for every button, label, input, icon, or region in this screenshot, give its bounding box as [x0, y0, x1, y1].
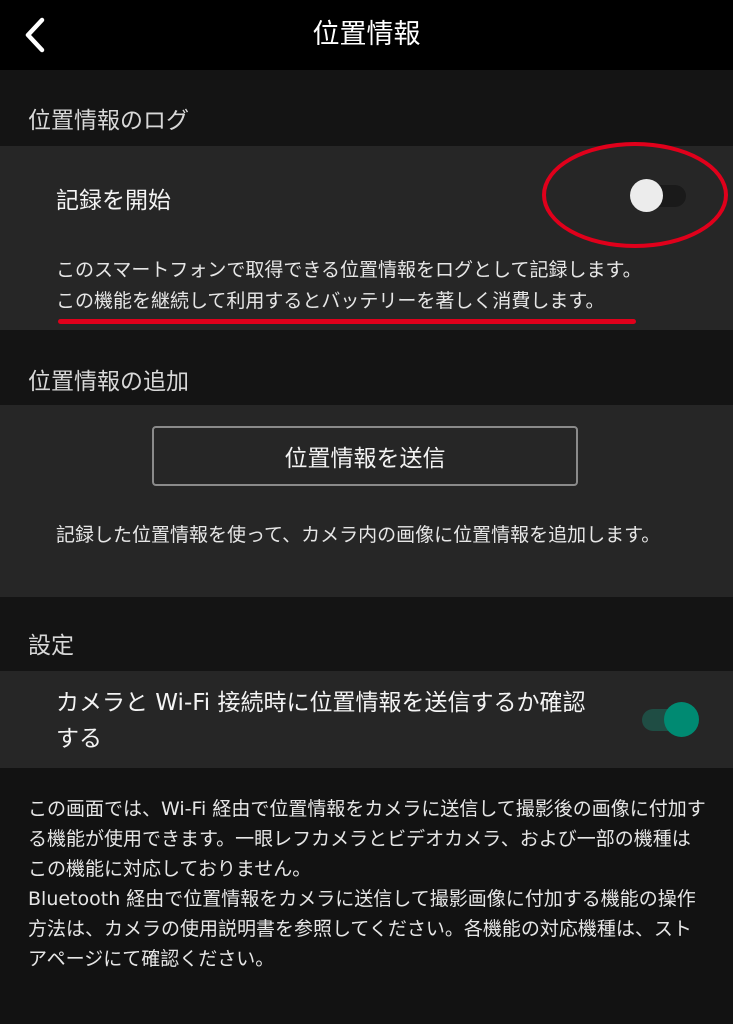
footer-note: この画面では、Wi-Fi 経由で位置情報をカメラに送信して撮影後の画像に付加する… [28, 798, 706, 970]
section-header-settings: 設定 [0, 597, 733, 671]
start-recording-toggle[interactable] [626, 178, 692, 212]
send-location-button[interactable]: 位置情報を送信 [152, 426, 578, 486]
section-title-add: 位置情報の追加 [28, 369, 189, 395]
log-description-line2: この機能を継続して利用するとバッテリーを著しく消費します。 [56, 290, 605, 312]
section-header-add: 位置情報の追加 [0, 330, 733, 405]
section-header-log: 位置情報のログ [0, 70, 733, 146]
section-title-settings: 設定 [28, 633, 74, 659]
page-title: 位置情報 [312, 19, 421, 50]
settings-card: カメラと Wi-Fi 接続時に位置情報を送信するか確認する [0, 671, 733, 768]
confirm-send-toggle[interactable] [636, 701, 702, 739]
back-button[interactable] [18, 10, 62, 60]
chevron-left-icon [25, 17, 45, 53]
top-bar: 位置情報 [0, 0, 733, 70]
toggle-thumb [664, 702, 699, 737]
log-card: 記録を開始 このスマートフォンで取得できる位置情報をログとして記録します。 この… [0, 146, 733, 330]
confirm-send-label: カメラと Wi-Fi 接続時に位置情報を送信するか確認する [56, 690, 586, 752]
add-description: 記録した位置情報を使って、カメラ内の画像に位置情報を追加します。 [56, 524, 661, 546]
log-description-line1: このスマートフォンで取得できる位置情報をログとして記録します。 [56, 259, 642, 281]
start-recording-label: 記録を開始 [56, 188, 171, 214]
section-title-log: 位置情報のログ [28, 108, 189, 134]
toggle-thumb [630, 179, 663, 212]
